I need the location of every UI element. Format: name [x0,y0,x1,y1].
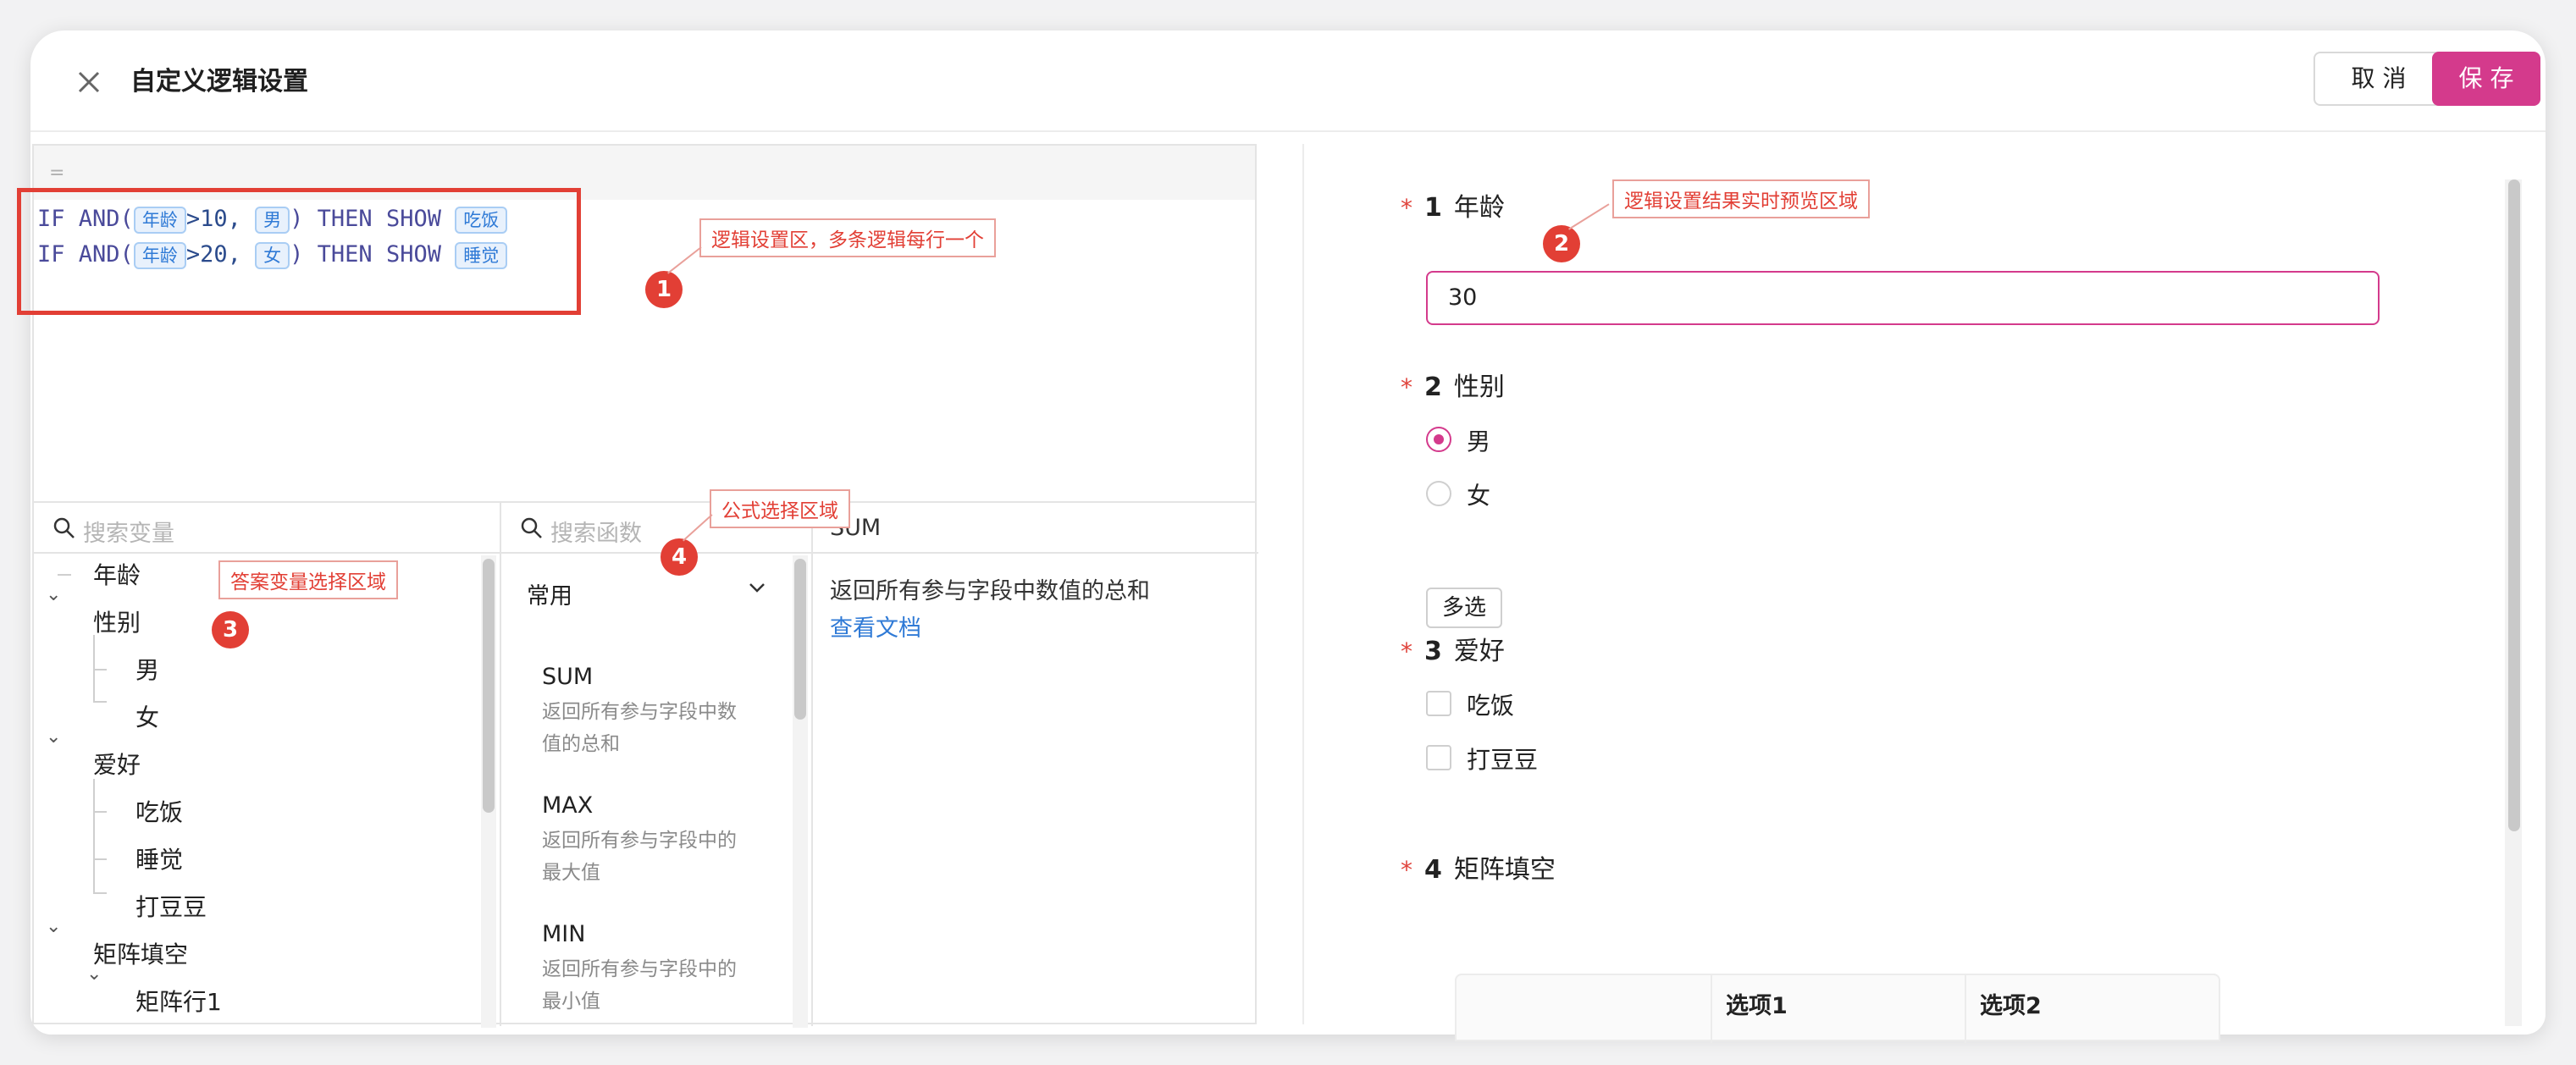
question-label: 爱好 [1453,637,1505,666]
checkbox-beat-beans[interactable] [1426,745,1451,770]
function-item-desc: 返回所有参与字段中数值的总和 [542,701,737,755]
required-mark: * [1401,856,1412,884]
tree-guide [93,892,107,894]
question-label: 年龄 [1453,193,1505,223]
annotation-label: 公式选择区域 [710,489,850,528]
chevron-down-icon[interactable] [747,577,767,598]
matrix-table: 选项1 选项2 [1455,974,2220,1043]
logic-editor-panel: = IF AND(年龄 >10, 男) THEN SHOW 吃饭 IF AND(年… [17,144,1258,1028]
question-label: 矩阵填空 [1453,855,1556,885]
function-item-name[interactable]: MAX [542,792,593,819]
question-title: * 1 年龄 [1401,186,1505,223]
function-group[interactable]: 常用 [527,577,572,610]
required-mark: * [1401,637,1412,665]
question-label: 性别 [1453,372,1505,402]
editor-lower-area: 搜索变量 年龄 ⌄ 性别 男 女 ⌄ 爱好 吃饭 睡觉 打豆豆 ⌄ 矩阵填空 ⌄… [34,501,1258,1028]
dialog-header: 自定义逻辑设置 取 消 保 存 [30,30,2546,132]
scrollbar[interactable] [2508,179,2520,831]
function-item-desc: 返回所有参与字段中的最小值 [542,958,737,1013]
cancel-button[interactable]: 取 消 [2313,52,2444,106]
tree-node[interactable]: 爱好 [93,747,141,781]
scrollbar[interactable] [794,559,806,720]
matrix-column-header: 选项2 [1965,975,2219,1043]
highlight-box [17,188,581,315]
editor-bar-symbol: = [49,163,65,184]
question-number: 4 [1424,855,1442,885]
tree-guide [58,574,71,576]
search-icon [53,517,75,538]
question-number: 2 [1424,372,1442,402]
chevron-down-icon[interactable]: ⌄ [46,726,61,748]
required-mark: * [1401,373,1412,401]
radio-label: 女 [1467,482,1491,510]
tree-node[interactable]: 年龄 [93,557,141,591]
tree-node[interactable]: 打豆豆 [135,889,207,923]
tree-node[interactable]: 矩阵行1 [135,984,222,1018]
annotation-badge: 2 [1543,225,1580,262]
multi-select-button[interactable]: 多选 [1426,588,1502,628]
function-search-input[interactable]: 搜索函数 [550,515,642,548]
matrix-column-header: 选项1 [1711,975,1965,1043]
tree-node[interactable]: 性别 [93,604,141,638]
tree-guide [93,811,107,813]
annotation-label: 答案变量选择区域 [218,560,398,599]
function-select-area: 搜索函数 常用 SUM 返回所有参与字段中数值的总和 MAX 返回所有参与字段中… [501,503,813,1028]
question-title: * 4 矩阵填空 [1401,848,1556,886]
annotation-badge: 1 [645,271,683,308]
checkbox-label: 吃饭 [1467,692,1515,720]
chevron-down-icon[interactable]: ⌄ [46,584,61,605]
variable-search-input[interactable]: 搜索变量 [83,515,174,548]
dialog-title: 自定义逻辑设置 [130,67,308,97]
question-title: * 2 性别 [1401,366,1505,403]
scrollbar[interactable] [483,559,495,813]
function-item-name[interactable]: SUM [542,664,593,690]
annotation-badge: 3 [212,611,249,648]
description-header: SUM [813,503,1258,554]
tree-guide [93,858,107,860]
tree-node[interactable]: 男 [135,652,159,686]
tree-guide [93,701,107,703]
tree-node[interactable]: 睡觉 [135,842,183,875]
description-text: 返回所有参与字段中数值的总和 [830,578,1150,604]
radio-male[interactable] [1426,427,1451,452]
question-number: 3 [1424,637,1442,666]
radio-female[interactable] [1426,481,1451,506]
function-item-name[interactable]: MIN [542,921,585,947]
view-docs-link[interactable]: 查看文档 [830,610,921,643]
tree-node[interactable]: 矩阵填空 [93,936,188,970]
tree-guide [93,779,95,894]
close-icon[interactable] [68,61,110,103]
checkbox-eat[interactable] [1426,691,1451,716]
function-item-desc: 返回所有参与字段中的最大值 [542,830,737,884]
question-title: * 3 爱好 [1401,630,1505,667]
chevron-down-icon[interactable]: ⌄ [46,916,61,937]
search-icon [521,517,542,538]
save-button[interactable]: 保 存 [2432,52,2540,106]
variable-search[interactable]: 搜索变量 [34,503,500,554]
tree-node[interactable]: 女 [135,699,159,733]
annotation-label: 逻辑设置区，多条逻辑每行一个 [699,218,996,257]
question-number: 1 [1424,193,1442,223]
age-input[interactable]: 30 [1426,271,2380,325]
chevron-down-icon[interactable]: ⌄ [86,963,102,985]
required-mark: * [1401,194,1412,222]
radio-label: 男 [1467,428,1491,455]
checkbox-label: 打豆豆 [1467,746,1539,774]
annotation-badge: 4 [661,538,698,576]
preview-panel: * 1 年龄 30 * 2 性别 男 女 多选 * 3 爱好 吃饭 打豆豆 * 4 矩阵填空 选… [1302,144,2527,1043]
annotation-label: 逻辑设置结果实时预览区域 [1612,179,1870,218]
tree-node[interactable]: 吃饭 [135,794,183,828]
tree-guide [93,669,107,670]
function-description: SUM 返回所有参与字段中数值的总和 查看文档 [813,503,1258,1026]
